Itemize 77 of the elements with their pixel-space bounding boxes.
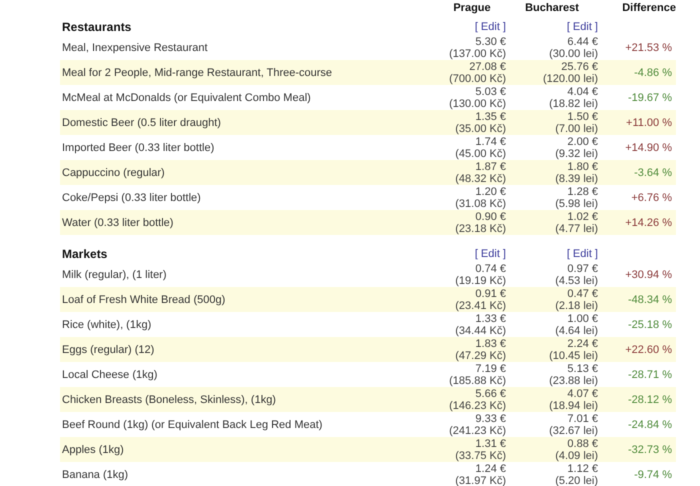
price-cell-text: 5.30 € (137.00 Kč) xyxy=(448,36,506,60)
price-cell-text: 1.24 € (31.97 Kč) xyxy=(454,462,506,486)
difference-value: +30.94 % xyxy=(624,268,673,280)
price-cell-text: 0.88 € (4.09 lei) xyxy=(554,438,598,462)
price-cell-text: 1.35 € (35.00 Kč) xyxy=(454,110,506,134)
item-name: Rice (white), (1kg) xyxy=(61,318,152,330)
section-title: Markets xyxy=(61,246,108,260)
price-cell-text: 1.87 € (48.32 Kč) xyxy=(454,160,506,184)
price-cell-text: 7.01 € (32.67 lei) xyxy=(548,412,598,436)
price-cell-text: 6.44 € (30.00 lei) xyxy=(548,36,598,60)
item-name: Coke/Pepsi (0.33 liter bottle) xyxy=(61,192,202,204)
edit-link[interactable]: [ Edit ] xyxy=(506,20,598,32)
difference-value: +21.53 % xyxy=(624,42,673,54)
price-cell-text: 5.66 € (146.23 Kč) xyxy=(448,388,506,412)
price-cell-text: 27.08 € (700.00 Kč) xyxy=(448,60,506,84)
price-cell-text: 9.33 € (241.23 Kč) xyxy=(448,412,506,436)
item-name: Chicken Breasts (Boneless, Skinless), (1kg) xyxy=(61,394,277,406)
item-name: Milk (regular), (1 liter) xyxy=(61,268,168,280)
price-cell-text: 0.91 € (23.41 Kč) xyxy=(454,288,506,312)
item-name: Apples (1kg) xyxy=(61,444,125,456)
price-cell-text: 5.03 € (130.00 Kč) xyxy=(448,86,506,110)
item-name: Eggs (regular) (12) xyxy=(61,344,156,356)
section-title: Restaurants xyxy=(61,20,132,34)
edit-link[interactable]: [ Edit ] xyxy=(438,20,506,32)
item-name: Local Cheese (1kg) xyxy=(61,368,158,380)
column-header: Difference xyxy=(621,2,676,14)
edit-link[interactable]: [ Edit ] xyxy=(438,248,506,260)
price-cell-text: 1.33 € (34.44 Kč) xyxy=(454,312,506,336)
difference-value: -48.34 % xyxy=(626,294,673,306)
price-cell-text: 2.00 € (9.32 lei) xyxy=(554,136,598,160)
column-header: Bucharest xyxy=(524,2,580,14)
item-name: McMeal at McDonalds (or Equivalent Combo Meal) xyxy=(61,92,312,104)
price-cell-text: 0.97 € (4.53 lei) xyxy=(554,262,598,286)
item-name: Cappuccino (regular) xyxy=(61,166,166,178)
difference-value: -28.12 % xyxy=(626,394,673,406)
price-cell-text: 1.31 € (33.75 Kč) xyxy=(454,438,506,462)
item-name: Domestic Beer (0.5 liter draught) xyxy=(61,116,222,128)
edit-link[interactable]: [ Edit ] xyxy=(506,248,598,260)
item-name: Meal for 2 People, Mid-range Restaurant, Three-course xyxy=(61,66,334,78)
difference-value: -4.86 % xyxy=(633,66,673,78)
price-cell-text: 1.50 € (7.00 lei) xyxy=(554,110,598,134)
difference-value: +11.00 % xyxy=(625,116,673,128)
difference-value: +6.76 % xyxy=(630,192,673,204)
difference-value: +14.90 % xyxy=(624,142,673,154)
price-cell-text: 7.19 € (185.88 Kč) xyxy=(448,362,506,386)
price-cell-text: 2.24 € (10.45 lei) xyxy=(548,338,598,362)
difference-value: -3.64 % xyxy=(633,166,673,178)
item-name: Imported Beer (0.33 liter bottle) xyxy=(61,142,216,154)
item-name: Meal, Inexpensive Restaurant xyxy=(61,42,209,54)
item-name: Beef Round (1kg) (or Equivalent Back Leg Red Meat) xyxy=(61,418,324,430)
price-cell-text: 1.20 € (31.08 Kč) xyxy=(454,186,506,210)
difference-value: +22.60 % xyxy=(624,344,673,356)
price-cell-text: 1.80 € (8.39 lei) xyxy=(554,160,598,184)
difference-value: -9.74 % xyxy=(633,468,673,480)
difference-value: -25.18 % xyxy=(626,318,673,330)
difference-value: -28.71 % xyxy=(626,368,673,380)
price-cell-text: 4.04 € (18.82 lei) xyxy=(548,86,598,110)
item-name: Loaf of Fresh White Bread (500g) xyxy=(61,294,226,306)
price-cell-text: 0.74 € (19.19 Kč) xyxy=(454,262,506,286)
price-cell-text: 1.00 € (4.64 lei) xyxy=(554,312,598,336)
price-cell-text: 1.74 € (45.00 Kč) xyxy=(454,136,506,160)
difference-value: +14.26 % xyxy=(624,216,673,228)
difference-value: -24.84 % xyxy=(626,418,673,430)
price-cell-text: 25.76 € (120.00 lei) xyxy=(542,60,598,84)
price-cell-text: 1.02 € (4.77 lei) xyxy=(554,210,598,234)
price-cell-text: 0.47 € (2.18 lei) xyxy=(554,288,598,312)
item-name: Water (0.33 liter bottle) xyxy=(61,216,174,228)
price-cell-text: 4.07 € (18.94 lei) xyxy=(548,388,598,412)
item-name: Banana (1kg) xyxy=(61,468,130,480)
difference-value: -19.67 % xyxy=(626,92,673,104)
price-cell-text: 5.13 € (23.88 lei) xyxy=(548,362,598,386)
price-cell-text: 1.83 € (47.29 Kč) xyxy=(454,338,506,362)
column-header: Prague xyxy=(452,2,492,14)
difference-value: -32.73 % xyxy=(626,444,673,456)
price-cell-text: 0.90 € (23.18 Kč) xyxy=(454,210,506,234)
price-cell-text: 1.12 € (5.20 lei) xyxy=(554,462,598,486)
price-cell-text: 1.28 € (5.98 lei) xyxy=(554,186,598,210)
